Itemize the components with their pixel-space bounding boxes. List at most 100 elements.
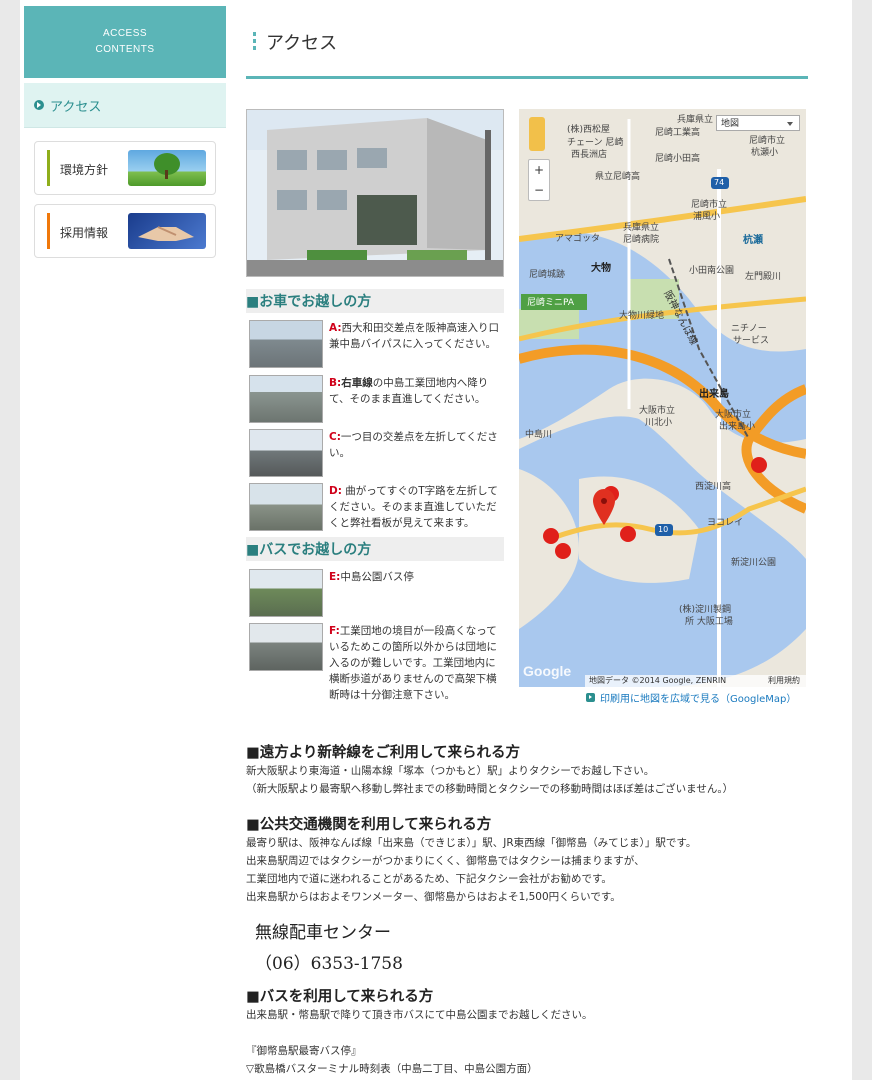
zoom-in-button[interactable]: + (529, 160, 549, 180)
map-type-select[interactable]: 地図 (716, 115, 800, 131)
step-text: 工業団地の境目が一段高くなっているためこの箇所以外からは団地に入るのが難しいです… (329, 625, 497, 701)
map-label: 大物川緑地 (619, 311, 665, 321)
map-canvas (519, 109, 806, 687)
text-line: 工業団地内で道に迷われることがあるため、下記タクシー会社がお勧めです。 (246, 873, 612, 885)
text-line: （新大阪駅より最寄駅へ移動し弊社までの移動時間とタクシーでの移動時間はほぼ差はご… (246, 783, 734, 795)
text-line: 出来島駅周辺ではタクシーがつかまりにくく、御幣島ではタクシーは捕まりますが、 (246, 855, 645, 867)
map-label: 出来島小 (719, 422, 756, 432)
step-text: 中島公園バス停 (340, 571, 414, 583)
card-label: 採用情報 (60, 226, 109, 240)
page-title-bar: アクセス (246, 28, 808, 79)
google-map[interactable]: 兵庫県立 (株)西松屋 尼崎工業高 チェーン 尼崎 西長洲店 尼崎小田高 県立尼… (519, 109, 806, 687)
card-accent-bar (47, 213, 50, 249)
step-e-photo (249, 569, 323, 617)
map-type-label: 地図 (721, 119, 740, 129)
map-label: 兵庫県立 (677, 115, 714, 125)
section-body: 最寄り駅は、阪神なんば線「出来島（できじま）」駅、JR東西線「御幣島（みてじま）… (246, 834, 816, 906)
taxi-phone: （06）6353-1758 (255, 954, 403, 974)
map-label: 大阪市立 (715, 410, 752, 420)
map-label: 新淀川公園 (731, 558, 777, 568)
map-label: 西淀川高 (695, 482, 732, 492)
arrow-circle-icon (34, 100, 44, 110)
print-map-link[interactable]: 印刷用に地図を広域で見る（GoogleMap） (586, 690, 796, 705)
step-f-photo (249, 623, 323, 671)
map-label: (株)淀川製鋼 (679, 605, 732, 615)
map-label: 兵庫県立 (623, 223, 660, 233)
step-key: C: (329, 431, 341, 443)
card-label: 環境方針 (60, 163, 109, 177)
step-c-photo (249, 429, 323, 477)
step-key: A: (329, 322, 342, 334)
chevron-down-icon (787, 122, 793, 126)
timetable-link[interactable]: ▽歌島橋バスターミナル時刻表（中島二丁目、中島公園方面） (246, 1060, 816, 1078)
map-attribution-bar: 地図データ ©2014 Google, ZENRIN 利用規約 (585, 675, 806, 687)
car-heading-text: ■お車でお越しの方 (246, 294, 372, 310)
bus-access-heading: ■バスでお越しの方 (246, 537, 504, 561)
map-label: 尼崎市立 (691, 200, 728, 210)
map-label: 尼崎市立 (749, 136, 786, 146)
map-terms-link[interactable]: 利用規約 (768, 675, 800, 687)
tree-thumbnail (128, 150, 206, 186)
handshake-thumbnail (128, 213, 206, 249)
section-heading: ■公共交通機関を利用して来られる方 (246, 816, 492, 833)
map-label: 県立尼崎高 (595, 172, 641, 182)
map-label: チェーン 尼崎 (567, 138, 624, 148)
sidebar-header-line1: ACCESS (102, 28, 148, 39)
print-map-link-text: 印刷用に地図を広域で見る（GoogleMap） (600, 694, 797, 705)
section-body: 出来島駅・幣島駅で降りて頂き市バスにて中島公園までお越しください。 (246, 1006, 816, 1024)
map-label: 杭瀬小 (751, 148, 779, 158)
map-label: 尼崎ミニPA (527, 298, 575, 308)
zoom-out-button[interactable]: − (529, 180, 549, 200)
section-heading: ■遠方より新幹線をご利用して来られる方 (246, 744, 520, 761)
text-line: 最寄り駅は、阪神なんば線「出来島（できじま）」駅、JR東西線「御幣島（みてじま）… (246, 837, 697, 849)
section-body: 新大阪駅より東海道・山陽本線「塚本（つかもと）駅」よりタクシーでお越し下さい。 … (246, 762, 816, 798)
step-text: 曲がってすぐのT字路を左折してください。そのまま直進していただくと弊社看板が見え… (329, 485, 498, 529)
taxi-company-name: 無線配車センター (255, 923, 391, 943)
step-text: 西大和田交差点を阪神高速入り口兼中島バイパスに入ってください。 (329, 322, 500, 350)
map-label: 中島川 (525, 430, 553, 440)
bus-stop-info: 『御幣島駅最寄バス停』 ▽歌島橋バスターミナル時刻表（中島二丁目、中島公園方面） (246, 1042, 816, 1078)
sidebar-item-label: アクセス (50, 99, 102, 115)
text-line: 出来島駅からはおよそワンメーター、御幣島からはおよそ1,500円くらいです。 (246, 891, 621, 903)
map-label: 浦風小 (693, 212, 721, 222)
step-b-photo (249, 375, 323, 423)
map-label: 西長洲店 (571, 150, 608, 160)
pegman-icon[interactable] (529, 117, 545, 151)
step-text: 一つ目の交差点を左折してください。 (329, 431, 498, 459)
sidebar-card-environment[interactable]: 環境方針 (34, 141, 216, 195)
map-label: 出来島 (699, 389, 729, 400)
map-label: 杭瀬 (743, 235, 763, 246)
step-key: D: (329, 485, 342, 497)
sidebar-item-access[interactable]: アクセス (24, 83, 226, 128)
map-label: 川北小 (645, 418, 673, 428)
map-attribution: 地図データ ©2014 Google, ZENRIN (589, 676, 727, 685)
bus-heading-text: ■バスでお越しの方 (246, 542, 372, 558)
map-route-shield: 74 (714, 178, 725, 187)
sidebar-card-recruit[interactable]: 採用情報 (34, 204, 216, 258)
map-label: 小田南公園 (689, 266, 735, 276)
map-label: ヨコレイ (707, 518, 744, 528)
arrow-icon (586, 693, 595, 702)
step-key: B: (329, 377, 342, 389)
sidebar-header: ACCESS CONTENTS (24, 6, 226, 78)
step-key: F: (329, 625, 340, 637)
map-label: 尼崎病院 (623, 235, 660, 245)
map-label: (株)西松屋 (567, 125, 611, 135)
step-bold: 右車線 (341, 377, 373, 389)
map-label: 尼崎工業高 (655, 128, 701, 138)
text-line: 出来島駅・幣島駅で降りて頂き市バスにて中島公園までお越しください。 (246, 1009, 593, 1021)
section-heading: ■バスを利用して来られる方 (246, 988, 434, 1005)
text-line: 『御幣島駅最寄バス停』 (246, 1045, 362, 1057)
title-dots-icon (253, 32, 256, 53)
map-label: サービス (733, 336, 770, 346)
building-photo (246, 109, 504, 277)
step-key: E: (329, 571, 341, 583)
step-a-photo (249, 320, 323, 368)
text-line: 新大阪駅より東海道・山陽本線「塚本（つかもと）駅」よりタクシーでお越し下さい。 (246, 765, 655, 777)
map-label: 尼崎小田高 (655, 154, 701, 164)
google-logo: Google (523, 663, 572, 679)
map-label: ニチノー (731, 324, 767, 334)
map-label: 所 大阪工場 (685, 617, 733, 627)
card-accent-bar (47, 150, 50, 186)
map-route-shield: 10 (658, 525, 669, 534)
